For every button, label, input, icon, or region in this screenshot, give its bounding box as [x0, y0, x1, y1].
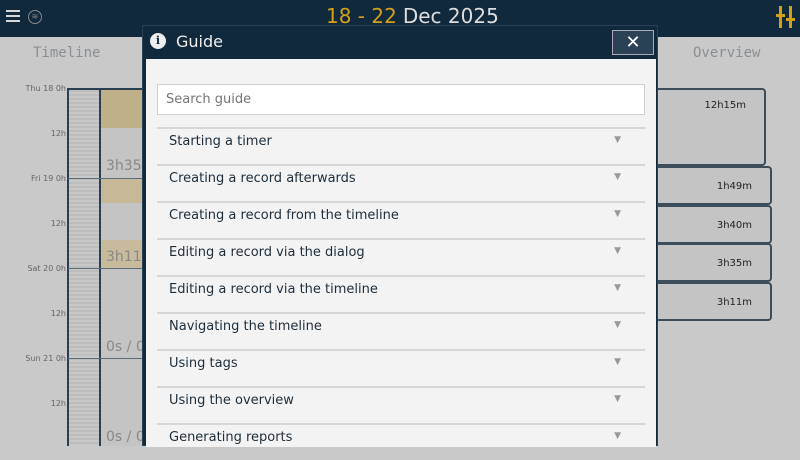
info-icon: i	[150, 33, 166, 49]
timeline-title: Timeline	[33, 45, 101, 61]
dialog-title: Guide	[176, 32, 223, 51]
guide-item[interactable]: Starting a timer ▼	[157, 127, 645, 164]
guide-item-label: Generating reports	[169, 430, 293, 445]
day-duration: 0s / 0	[106, 429, 145, 445]
tick-label: Sun 21 0h	[25, 354, 66, 363]
guide-item-label: Creating a record from the timeline	[169, 208, 399, 223]
chevron-down-icon: ▼	[614, 172, 621, 182]
search-guide-input[interactable]	[157, 84, 645, 115]
guide-item[interactable]: Editing a record via the timeline ▼	[157, 275, 645, 312]
guide-item[interactable]: Using tags ▼	[157, 349, 645, 386]
guide-item-label: Navigating the timeline	[169, 319, 322, 334]
chevron-down-icon: ▼	[614, 431, 621, 441]
guide-item-label: Using the overview	[169, 393, 294, 408]
record-block[interactable]	[101, 90, 148, 128]
guide-item-label: Editing a record via the dialog	[169, 245, 365, 260]
guide-item-label: Using tags	[169, 356, 238, 371]
overview-day[interactable]: 3h40m	[640, 205, 772, 244]
chevron-down-icon: ▼	[614, 135, 621, 145]
tick-label: 12h	[50, 309, 66, 318]
dialog-body: Starting a timer ▼ Creating a record afte…	[146, 59, 656, 447]
tick-label: 12h	[50, 219, 66, 228]
tick-label: 12h	[50, 399, 66, 408]
guide-item-label: Creating a record afterwards	[169, 171, 356, 186]
tick-label: Sat 20 0h	[27, 264, 66, 273]
chevron-down-icon: ▼	[614, 246, 621, 256]
chevron-down-icon: ▼	[614, 283, 621, 293]
guide-item[interactable]: Creating a record from the timeline ▼	[157, 201, 645, 238]
menu-icon[interactable]	[6, 10, 20, 22]
overview-total[interactable]: 12h15m	[640, 88, 766, 166]
day-duration: 0s / 0	[106, 339, 145, 355]
overview-day[interactable]: 1h49m	[640, 166, 772, 205]
record-block[interactable]	[101, 178, 148, 203]
guide-item[interactable]: Creating a record afterwards ▼	[157, 164, 645, 201]
overview-title: Overview	[693, 45, 761, 61]
guide-item[interactable]: Editing a record via the dialog ▼	[157, 238, 645, 275]
guide-item[interactable]: Generating reports ▼	[157, 423, 645, 460]
chevron-down-icon: ▼	[614, 357, 621, 367]
tick-label: Fri 19 0h	[31, 174, 66, 183]
overview-day[interactable]: 3h35m	[640, 243, 772, 282]
chevron-down-icon: ▼	[614, 209, 621, 219]
guide-item[interactable]: Using the overview ▼	[157, 386, 645, 423]
guide-dialog: i Guide ✕ Starting a timer ▼ Creating a r…	[142, 25, 658, 447]
dialog-header: i Guide ✕	[143, 26, 657, 59]
tick-label: 12h	[50, 129, 66, 138]
tick-label: Thu 18 0h	[25, 84, 66, 93]
overview-day[interactable]: 3h11m	[640, 282, 772, 321]
connection-icon[interactable]: ≋	[28, 10, 42, 24]
settings-icon[interactable]	[776, 6, 796, 28]
guide-item[interactable]: Navigating the timeline ▼	[157, 312, 645, 349]
chevron-down-icon: ▼	[614, 320, 621, 330]
chevron-down-icon: ▼	[614, 394, 621, 404]
timeline-ruler[interactable]	[67, 88, 101, 446]
close-button[interactable]: ✕	[612, 30, 654, 55]
guide-item-label: Editing a record via the timeline	[169, 282, 378, 297]
guide-item-label: Starting a timer	[169, 134, 272, 149]
